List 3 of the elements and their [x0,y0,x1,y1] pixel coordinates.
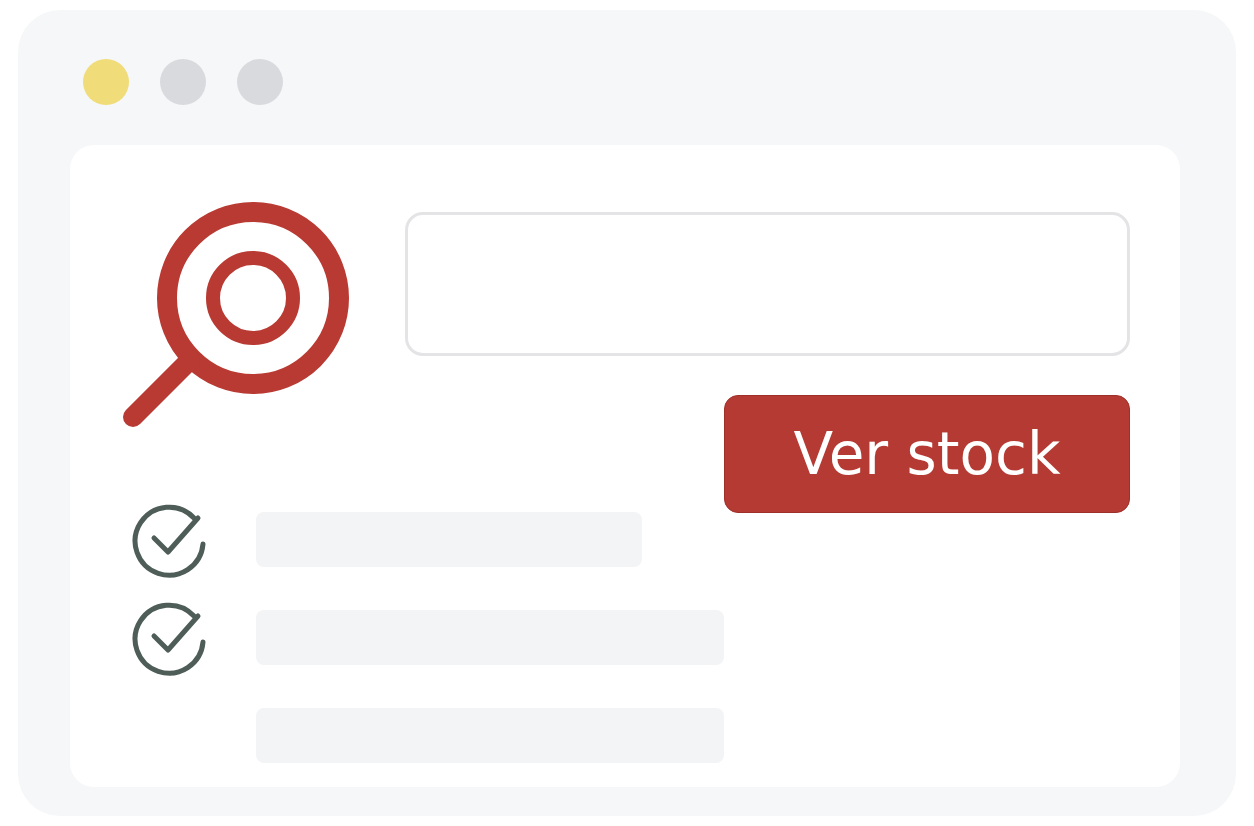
search-field[interactable] [405,212,1130,356]
search-icon [120,200,350,430]
stock-button[interactable]: Ver stock [724,395,1130,513]
